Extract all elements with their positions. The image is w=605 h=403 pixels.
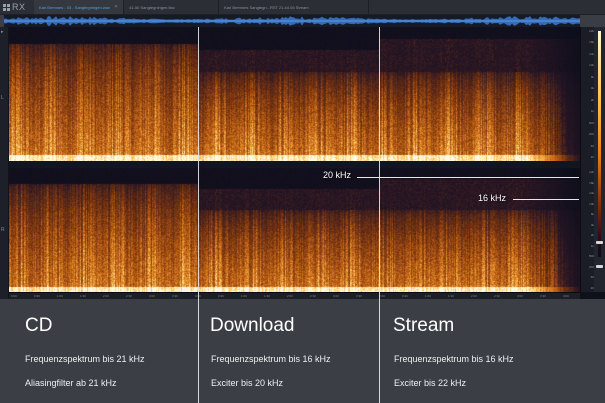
time-tick-label: 3:00 <box>149 294 155 298</box>
time-tick-label: 2:30 <box>494 294 500 298</box>
frequency-tick-label: 200 <box>588 264 594 269</box>
overview-waveform-graphic <box>4 16 580 26</box>
time-tick-label: 1:30 <box>264 294 270 298</box>
time-tick-label: 3:30 <box>540 294 546 298</box>
caption-column-download: Download Frequenzspektrum bis 16 kHz Exc… <box>199 299 379 403</box>
tab-label: Kari Bremnes Sangtegn...RST 21.44.05 Str… <box>224 4 309 10</box>
zoom-icon[interactable]: ▸ <box>1 29 4 35</box>
spectrogram-display[interactable]: ▸ L R 22k 18k 14k 10k 6k 4k 2k 1k 500 200 60 20 22k 1… <box>0 27 605 300</box>
time-tick-label: 3:30 <box>172 294 178 298</box>
app-logo[interactable]: RX <box>0 0 34 14</box>
overview-waveform[interactable] <box>4 15 580 27</box>
frequency-tick-label: 14k <box>589 191 594 196</box>
time-tick-label: 0:30 <box>34 294 40 298</box>
color-intensity-bar <box>594 27 605 292</box>
caption-line: Exciter bis 20 kHz <box>211 378 284 388</box>
time-tick-label: 0:00 <box>11 294 17 298</box>
tab-file-2[interactable]: 41-50 Sangtegningen.flac <box>124 0 220 14</box>
annotation-16khz-label: 16 kHz <box>478 193 507 203</box>
frequency-tick-label: 22k <box>589 170 594 174</box>
time-tick-label: 1:00 <box>425 294 431 298</box>
app-grid-icon <box>3 3 10 11</box>
annotation-20khz-line <box>357 177 579 178</box>
frequency-tick-label: 500 <box>588 120 594 125</box>
caption-line: Frequenzspektrum bis 21 kHz <box>25 354 145 364</box>
time-tick-label: 2:30 <box>126 294 132 298</box>
time-tick-label: 1:30 <box>80 294 86 298</box>
range-slider-handle[interactable] <box>596 265 603 268</box>
caption-title: CD <box>25 315 53 336</box>
channel-label-right: R <box>1 227 5 233</box>
frequency-scale[interactable]: 22k 18k 14k 10k 6k 4k 2k 1k 500 200 60 20 22k 18k 14k 1… <box>580 27 595 292</box>
intensity-slider-handle[interactable] <box>596 241 603 244</box>
time-tick-label: 1:30 <box>448 294 454 298</box>
time-tick-label: 2:00 <box>471 294 477 298</box>
close-icon[interactable]: ✕ <box>114 4 118 10</box>
caption-line: Frequenzspektrum bis 16 kHz <box>211 354 331 364</box>
time-tick-label: 1:00 <box>57 294 63 298</box>
frequency-tick-label: 6k <box>590 74 594 79</box>
frequency-tick-label: 2k <box>590 97 594 102</box>
frequency-tick-label: 60 <box>590 275 594 280</box>
frequency-tick-label: 22k <box>589 29 594 33</box>
frequency-tick-label: 10k <box>589 201 594 206</box>
spectrogram-left-channel[interactable] <box>9 27 580 161</box>
time-tick-label: 1:00 <box>241 294 247 298</box>
comparison-caption-panel: CD Frequenzspektrum bis 21 kHz Aliasingf… <box>0 299 605 403</box>
frequency-tick-label: 2k <box>590 233 594 238</box>
frequency-tick-label: 500 <box>588 254 594 259</box>
annotation-20khz-label: 20 kHz <box>323 170 352 180</box>
time-tick-label: 3:00 <box>517 294 523 298</box>
tab-label: 41-50 Sangtegningen.flac <box>129 4 175 10</box>
caption-title: Stream <box>393 315 455 336</box>
frequency-tick-label: 20 <box>590 155 594 159</box>
time-tick-label: 0:30 <box>218 294 224 298</box>
time-tick-label: 3:30 <box>356 294 362 298</box>
frequency-tick-label: 1k <box>590 243 594 248</box>
app-toolbar: RX Kari Bremnes - 03 - Sangtegningen.wav… <box>0 0 605 15</box>
section-divider-download <box>198 27 199 403</box>
caption-column-stream: Stream Frequenzspektrum bis 16 kHz Excit… <box>380 299 605 403</box>
frequency-tick-label: 200 <box>588 132 594 137</box>
time-tick-label: 2:00 <box>287 294 293 298</box>
frequency-tick-label: 4k <box>590 222 594 227</box>
frequency-tick-label: 4k <box>590 86 594 91</box>
channel-divider <box>9 161 580 168</box>
caption-line: Exciter bis 22 kHz <box>394 378 467 388</box>
time-tick-label: 0:30 <box>402 294 408 298</box>
time-tick-label: 2:00 <box>103 294 109 298</box>
tab-file-1[interactable]: Kari Bremnes - 03 - Sangtegningen.wav ✕ <box>34 0 125 14</box>
app-logo-text: RX <box>12 2 26 12</box>
caption-title: Download <box>210 315 295 336</box>
frequency-tick-label: 14k <box>589 51 594 56</box>
tab-label: Kari Bremnes - 03 - Sangtegningen.wav <box>39 4 110 10</box>
time-tick-label: 4:00 <box>563 294 569 298</box>
frequency-tick-label: 18k <box>589 180 594 185</box>
frequency-tick-label: 20 <box>590 286 594 290</box>
annotation-16khz-line <box>513 199 579 200</box>
spectrogram-right-channel[interactable] <box>9 168 580 292</box>
channel-label-left: L <box>1 95 4 101</box>
time-tick-label: 2:30 <box>310 294 316 298</box>
caption-line: Frequenzspektrum bis 16 kHz <box>394 354 514 364</box>
frequency-tick-label: 10k <box>589 63 594 68</box>
time-tick-label: 3:00 <box>333 294 339 298</box>
tab-file-3[interactable]: Kari Bremnes Sangtegn...RST 21.44.05 Str… <box>219 0 370 14</box>
caption-column-cd: CD Frequenzspektrum bis 21 kHz Aliasingf… <box>0 299 198 403</box>
section-divider-stream <box>379 27 380 403</box>
channel-gutter: ▸ L R <box>0 27 9 299</box>
frequency-tick-label: 1k <box>590 109 594 114</box>
color-intensity-gradient <box>598 31 601 257</box>
caption-line: Aliasingfilter ab 21 kHz <box>25 378 117 388</box>
frequency-tick-label: 60 <box>590 143 594 148</box>
frequency-tick-label: 6k <box>590 212 594 217</box>
frequency-tick-label: 18k <box>589 40 594 45</box>
